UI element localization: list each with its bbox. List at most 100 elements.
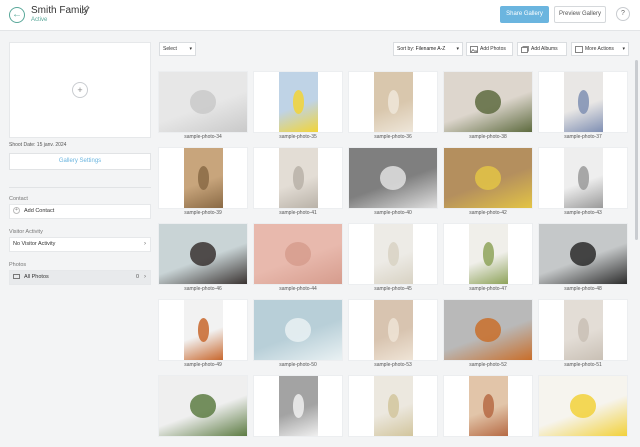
photo-thumbnail[interactable] xyxy=(443,299,533,361)
sort-dropdown[interactable]: Sort by: Filename A-Z ▾ xyxy=(393,42,463,56)
photo-subject xyxy=(387,242,400,266)
add-albums-label: Add Albums xyxy=(531,46,558,52)
photo-thumbnail[interactable] xyxy=(443,223,533,285)
photo-thumbnail[interactable] xyxy=(253,299,343,361)
photo-thumbnail[interactable] xyxy=(443,71,533,133)
photo-filename: sample-photo-48 xyxy=(564,286,602,292)
photo-thumbnail[interactable] xyxy=(348,147,438,209)
photo-card[interactable]: sample-photo-38 xyxy=(443,71,533,143)
photo-thumbnail[interactable] xyxy=(538,223,628,285)
all-photos-item[interactable]: All Photos 0 › xyxy=(9,270,151,285)
photo-thumbnail[interactable] xyxy=(253,223,343,285)
photo-card[interactable]: sample-photo-42 xyxy=(443,147,533,219)
photo-image xyxy=(444,300,532,360)
photo-card[interactable]: sample-photo-35 xyxy=(253,71,343,143)
photo-card[interactable]: sample-photo-39 xyxy=(158,147,248,219)
photo-thumbnail[interactable] xyxy=(158,375,248,437)
photo-image xyxy=(374,300,413,360)
photo-card[interactable]: sample-photo-44 xyxy=(253,223,343,295)
photo-subject xyxy=(197,166,210,190)
visitor-activity-heading: Visitor Activity xyxy=(9,229,43,235)
photo-thumbnail[interactable] xyxy=(538,375,628,437)
photo-thumbnail[interactable] xyxy=(158,223,248,285)
photo-thumbnail[interactable] xyxy=(348,375,438,437)
back-arrow-icon[interactable]: ← xyxy=(9,7,25,23)
photo-card[interactable]: sample-photo-47 xyxy=(443,223,533,295)
photo-card[interactable]: sample-photo-41 xyxy=(253,147,343,219)
photo-card[interactable]: sample-photo-40 xyxy=(348,147,438,219)
photo-thumbnail[interactable] xyxy=(443,147,533,209)
photo-icon xyxy=(13,274,20,280)
photo-card[interactable]: sample-photo-46 xyxy=(158,223,248,295)
photo-thumbnail[interactable] xyxy=(348,71,438,133)
gallery-settings-button[interactable]: Gallery Settings xyxy=(9,153,151,170)
photo-subject xyxy=(189,90,217,114)
add-photos-button[interactable]: Add Photos xyxy=(466,42,513,56)
photo-image xyxy=(279,148,318,208)
add-cover-icon[interactable]: + xyxy=(72,82,88,98)
photo-subject xyxy=(569,394,597,418)
photo-filename: sample-photo-34 xyxy=(184,134,222,140)
photo-subject xyxy=(284,318,312,342)
photo-card[interactable]: sample-photo-37 xyxy=(538,71,628,143)
photo-card[interactable] xyxy=(538,375,628,447)
photo-card[interactable]: sample-photo-43 xyxy=(538,147,628,219)
share-gallery-button[interactable]: Share Gallery xyxy=(500,6,549,23)
photo-thumbnail[interactable] xyxy=(253,375,343,437)
add-photo-icon xyxy=(470,46,478,53)
photo-subject xyxy=(189,394,217,418)
photo-card[interactable] xyxy=(253,375,343,447)
photo-card[interactable]: sample-photo-34 xyxy=(158,71,248,143)
photo-grid-scrollbar[interactable] xyxy=(635,60,638,240)
photo-thumbnail[interactable] xyxy=(443,375,533,437)
photo-subject xyxy=(387,318,400,342)
add-contact-button[interactable]: + Add Contact xyxy=(9,204,151,219)
photo-image xyxy=(184,300,223,360)
photo-card[interactable] xyxy=(443,375,533,447)
photo-card[interactable]: sample-photo-36 xyxy=(348,71,438,143)
photo-thumbnail[interactable] xyxy=(538,147,628,209)
select-dropdown[interactable]: Select ▾ xyxy=(159,42,196,56)
photo-card[interactable]: sample-photo-52 xyxy=(443,299,533,371)
photo-thumbnail[interactable] xyxy=(538,299,628,361)
photo-thumbnail[interactable] xyxy=(158,147,248,209)
photo-image xyxy=(279,376,318,436)
photo-filename: sample-photo-40 xyxy=(374,210,412,216)
edit-pencil-icon[interactable] xyxy=(81,5,90,14)
photo-filename: sample-photo-36 xyxy=(374,134,412,140)
sort-label: Sort by: xyxy=(397,46,415,52)
photo-card[interactable]: sample-photo-48 xyxy=(538,223,628,295)
photo-card[interactable]: sample-photo-49 xyxy=(158,299,248,371)
select-label: Select xyxy=(163,46,177,52)
photo-thumbnail[interactable] xyxy=(253,147,343,209)
photo-card[interactable]: sample-photo-50 xyxy=(253,299,343,371)
chevron-right-icon: › xyxy=(144,274,146,280)
photo-image xyxy=(564,300,603,360)
photo-subject xyxy=(292,166,305,190)
photo-card[interactable]: sample-photo-45 xyxy=(348,223,438,295)
photo-filename: sample-photo-51 xyxy=(564,362,602,368)
photo-filename: sample-photo-35 xyxy=(279,134,317,140)
more-actions-dropdown[interactable]: More Actions ▾ xyxy=(571,42,629,56)
cover-photo-dropzone[interactable]: + xyxy=(9,42,151,138)
caret-down-icon: ▾ xyxy=(456,46,459,52)
visitor-activity-row[interactable]: No Visitor Activity › xyxy=(9,237,151,252)
photo-thumbnail[interactable] xyxy=(348,299,438,361)
photo-card[interactable]: sample-photo-53 xyxy=(348,299,438,371)
photo-card[interactable] xyxy=(158,375,248,447)
photo-image xyxy=(444,148,532,208)
photo-subject xyxy=(387,394,400,418)
photo-thumbnail[interactable] xyxy=(348,223,438,285)
photo-card[interactable] xyxy=(348,375,438,447)
photo-image xyxy=(159,224,247,284)
photo-thumbnail[interactable] xyxy=(158,71,248,133)
help-button[interactable]: ? xyxy=(616,7,630,21)
photo-thumbnail[interactable] xyxy=(158,299,248,361)
add-albums-button[interactable]: Add Albums xyxy=(517,42,567,56)
photo-subject xyxy=(569,242,597,266)
preview-gallery-button[interactable]: Preview Gallery xyxy=(554,6,606,23)
photo-image xyxy=(444,72,532,132)
photo-thumbnail[interactable] xyxy=(538,71,628,133)
photo-thumbnail[interactable] xyxy=(253,71,343,133)
photo-card[interactable]: sample-photo-51 xyxy=(538,299,628,371)
